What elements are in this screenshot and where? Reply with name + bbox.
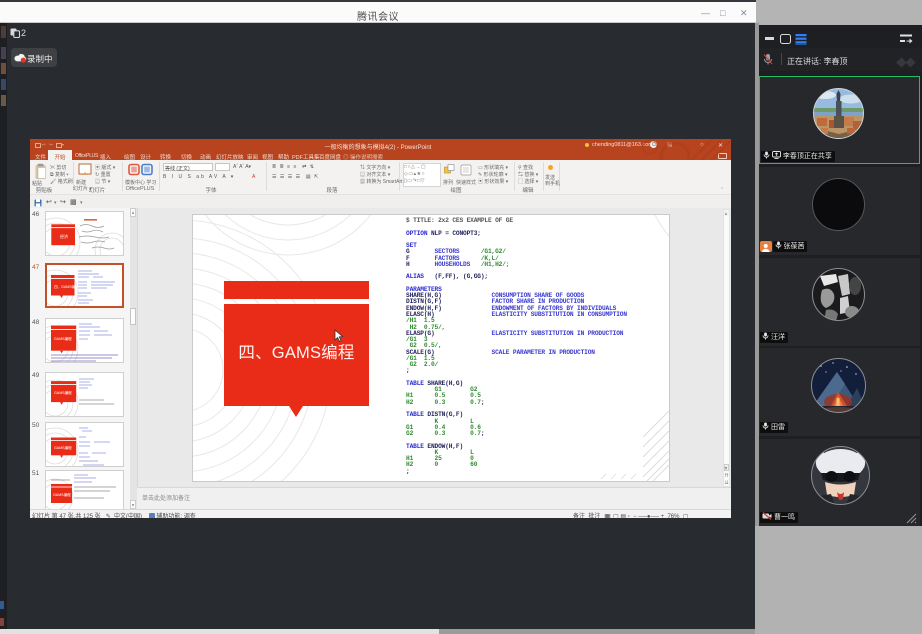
- svg-text:GAMS编程: GAMS编程: [54, 336, 72, 341]
- svg-text:GAMS编程: GAMS编程: [54, 390, 72, 395]
- svg-text:GAMS编程: GAMS编程: [54, 445, 72, 450]
- svg-text:GAMS编程: GAMS编程: [53, 492, 71, 497]
- svg-text:四、GAMS编程: 四、GAMS编程: [54, 284, 79, 289]
- svg-text:经济: 经济: [60, 233, 68, 239]
